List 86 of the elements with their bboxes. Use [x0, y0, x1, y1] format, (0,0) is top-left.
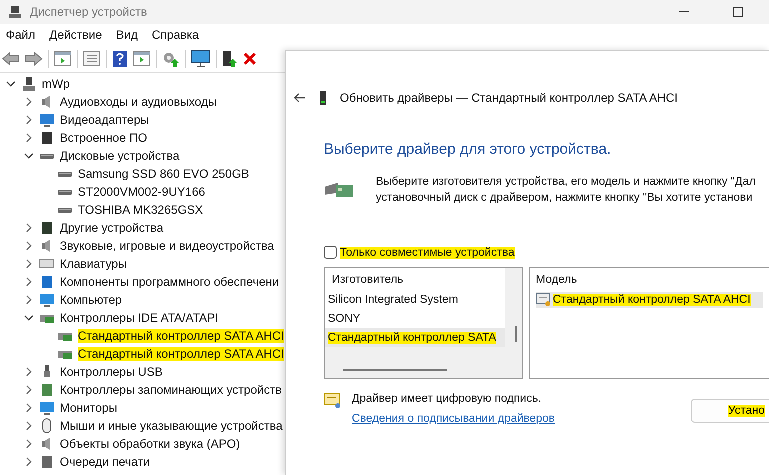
- window-title: Диспетчер устройств: [30, 5, 148, 19]
- device-icon: [39, 274, 55, 290]
- device-icon: [39, 130, 55, 146]
- manufacturer-item[interactable]: Silicon Integrated System: [325, 290, 505, 309]
- chevron-icon[interactable]: [6, 79, 16, 89]
- tree-item[interactable]: Дисковые устройства: [60, 149, 180, 163]
- dialog-title: Обновить драйверы — Стандартный контроллер SATA AHCI: [340, 91, 678, 105]
- tree-item[interactable]: Samsung SSD 860 EVO 250GB: [78, 167, 250, 181]
- add-device-icon[interactable]: [222, 50, 238, 68]
- tree-item[interactable]: Очереди печати: [60, 455, 150, 469]
- tree-item[interactable]: Клавиатуры: [60, 257, 127, 271]
- menu-item[interactable]: Вид: [116, 28, 138, 42]
- properties-icon[interactable]: [54, 51, 72, 67]
- device-icon: [39, 400, 55, 416]
- menu-item[interactable]: Действие: [50, 28, 102, 42]
- computer-icon: [21, 76, 37, 92]
- chevron-icon[interactable]: [24, 277, 34, 287]
- tree-item[interactable]: Компоненты программного обеспечени: [60, 275, 280, 289]
- chevron-icon[interactable]: [24, 295, 34, 305]
- tree-item[interactable]: Компьютер: [60, 293, 122, 307]
- tree-item[interactable]: Мониторы: [60, 401, 118, 415]
- instruction-text: установочный диск с драйвером, нажмите кнопку "Вы хотите установи: [376, 192, 754, 204]
- tree-item[interactable]: Стандартный контроллер SATA AHCI: [78, 347, 284, 361]
- certificate-icon: [536, 293, 552, 307]
- run-icon[interactable]: [133, 51, 151, 67]
- list-header: Изготовитель: [325, 268, 505, 290]
- monitor-scan-icon[interactable]: [191, 50, 211, 68]
- device-icon: [320, 91, 326, 105]
- chevron-icon[interactable]: [24, 133, 34, 143]
- chevron-icon[interactable]: [24, 367, 34, 377]
- chevron-icon[interactable]: [24, 97, 34, 107]
- device-icon: [39, 454, 55, 470]
- list-header: Модель: [536, 274, 578, 288]
- back-arrow-icon[interactable]: [294, 93, 306, 103]
- instruction-text: Выберите изготовителя устройства, его модель и нажмите кнопку "Дал: [376, 176, 756, 188]
- dialog-heading: Выберите драйвер для этого устройства.: [324, 141, 612, 158]
- help-icon[interactable]: [112, 50, 128, 68]
- chevron-icon[interactable]: [24, 403, 34, 413]
- scrollbar-thumb[interactable]: [343, 369, 447, 371]
- chevron-icon[interactable]: [24, 259, 34, 269]
- install-button[interactable]: Устано: [691, 399, 769, 423]
- tree-item[interactable]: Встроенное ПО: [60, 131, 148, 145]
- forward-icon[interactable]: [25, 52, 43, 66]
- device-icon: [39, 220, 55, 236]
- manufacturer-item[interactable]: SONY: [325, 309, 505, 328]
- tree-item[interactable]: mWp: [42, 77, 70, 91]
- chevron-icon[interactable]: [24, 115, 34, 125]
- chevron-icon[interactable]: [24, 151, 34, 161]
- tree-item[interactable]: TOSHIBA MK3265GSX: [78, 203, 204, 217]
- back-icon[interactable]: [2, 52, 20, 66]
- device-icon: [39, 112, 55, 128]
- tree-item[interactable]: Контроллеры запоминающих устройств: [60, 383, 282, 397]
- menu-item[interactable]: Справка: [152, 28, 200, 42]
- tree-item[interactable]: Контроллеры USB: [60, 365, 163, 379]
- chevron-icon[interactable]: [24, 457, 34, 467]
- maximize-icon[interactable]: [732, 6, 744, 18]
- chevron-icon[interactable]: [24, 313, 34, 323]
- tree-item[interactable]: Контроллеры IDE ATA/ATAPI: [60, 311, 219, 325]
- compatible-checkbox[interactable]: [324, 246, 337, 259]
- chevron-icon[interactable]: [24, 385, 34, 395]
- chevron-icon[interactable]: [24, 421, 34, 431]
- tree-item[interactable]: Видеоадаптеры: [60, 113, 150, 127]
- chevron-icon[interactable]: [24, 223, 34, 233]
- tree-item[interactable]: ST2000VM002-9UY166: [78, 185, 206, 199]
- update-driver-icon[interactable]: [162, 50, 180, 68]
- chevron-icon[interactable]: [24, 241, 34, 251]
- model-item[interactable]: Стандартный контроллер SATA AHCI: [553, 294, 751, 306]
- document-icon[interactable]: [83, 51, 101, 67]
- signature-link[interactable]: Сведения о подписывании драйверов: [352, 413, 556, 425]
- tree-item[interactable]: Стандартный контроллер SATA AHCI: [78, 329, 284, 343]
- tree-item[interactable]: Другие устройства: [60, 221, 164, 235]
- device-icon: [39, 382, 55, 398]
- device-manager-icon: [8, 5, 22, 19]
- signature-text: Драйвер имеет цифровую подпись.: [352, 393, 543, 405]
- checkbox-label[interactable]: Только совместимые устройства: [340, 246, 515, 258]
- tree-item[interactable]: Объекты обработки звука (APO): [60, 437, 240, 451]
- tree-item[interactable]: Мыши и иные указывающие устройства: [60, 419, 283, 433]
- device-icon: [39, 292, 55, 308]
- scrollbar-thumb[interactable]: [515, 326, 517, 342]
- remove-icon[interactable]: [243, 52, 257, 66]
- chevron-icon[interactable]: [24, 439, 34, 449]
- tree-item[interactable]: Аудиовходы и аудиовыходы: [60, 95, 217, 109]
- tree-item[interactable]: Звуковые, игровые и видеоустройства: [60, 239, 274, 253]
- model-row[interactable]: Стандартный контроллер SATA AHCI: [536, 292, 763, 308]
- certificate-icon: [324, 393, 342, 409]
- menu-item[interactable]: Файл: [6, 28, 36, 42]
